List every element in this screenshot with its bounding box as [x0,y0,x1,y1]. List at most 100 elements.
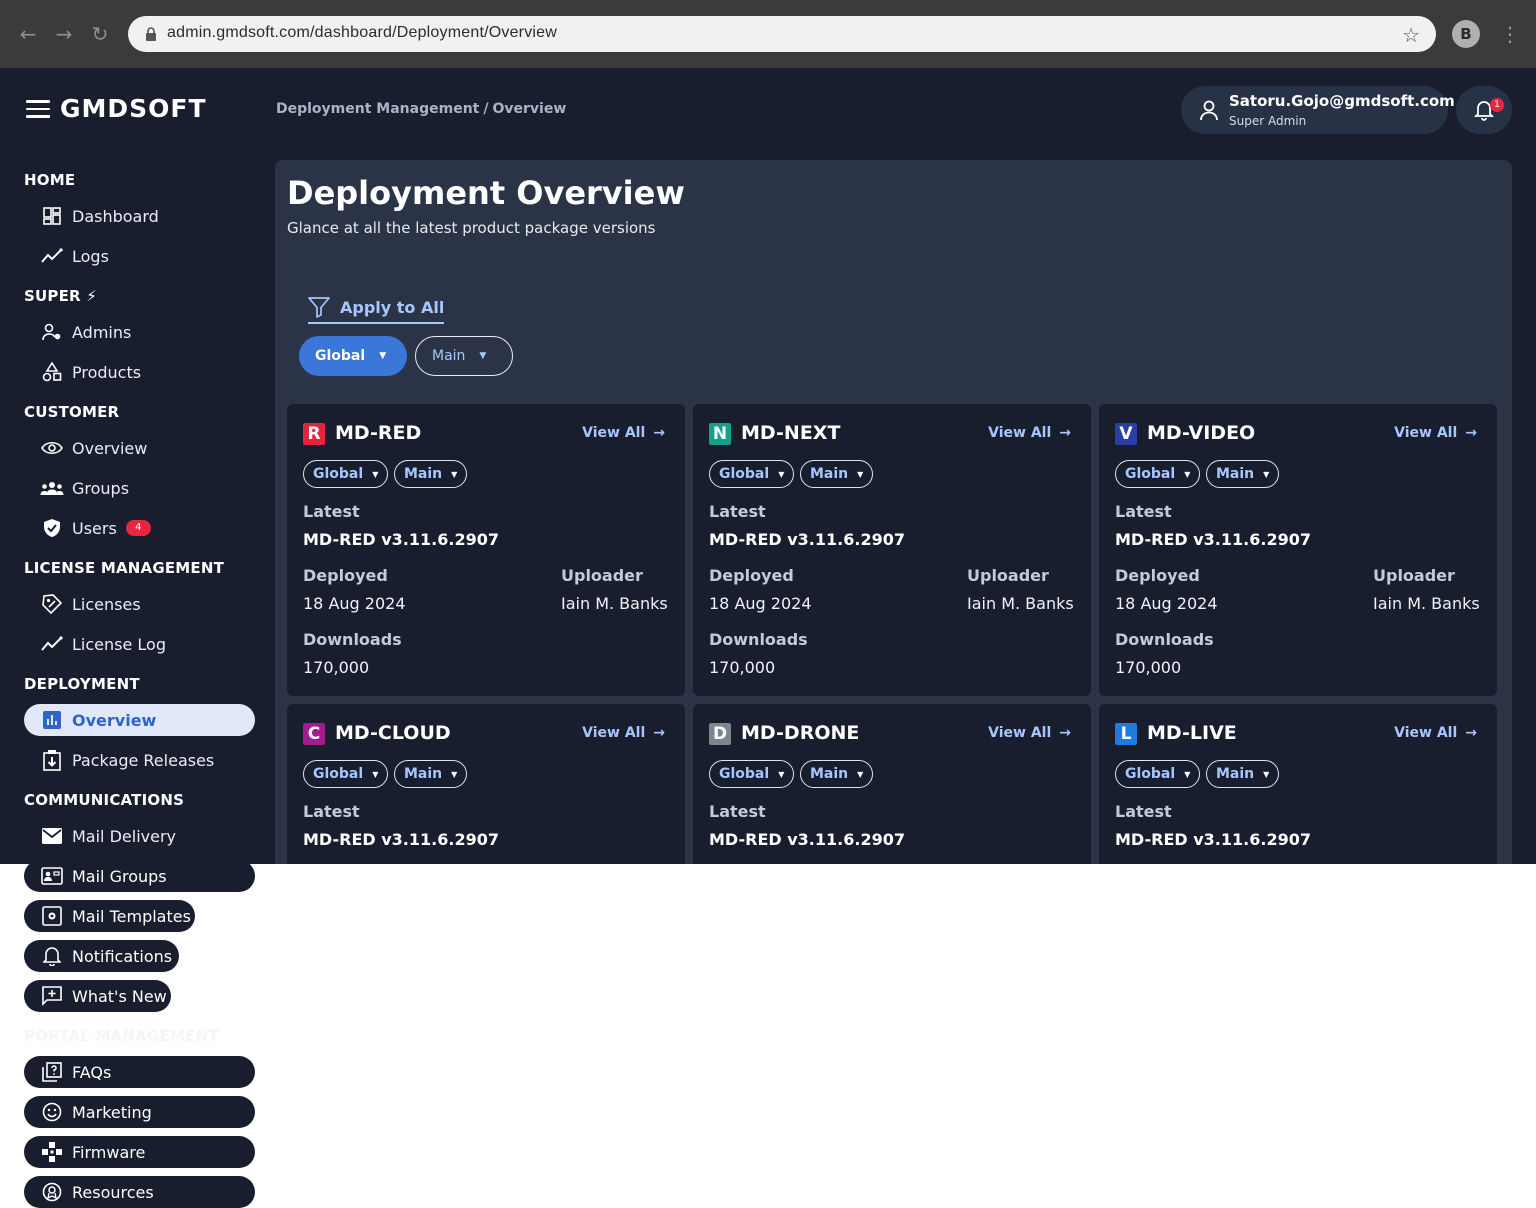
downloads-label: Downloads [709,630,808,649]
global-region-dropdown[interactable]: Global ▼ [299,336,407,376]
sidebar-item-license-log[interactable]: License Log [24,628,166,660]
view-all-link[interactable]: View All → [988,725,1071,741]
deployment-overview-panel: Deployment Overview Glance at all the la… [275,160,1512,864]
deployed-label: Deployed [303,566,388,585]
latest-label: Latest [303,802,360,821]
region-dropdown[interactable]: Global ▼ [1115,760,1201,788]
branch-dropdown[interactable]: Main ▼ [394,460,468,488]
user-menu[interactable]: Satoru.Gojo@gmdsoft.com Super Admin [1181,86,1455,134]
section-license-management: LICENSE MANAGEMENT [24,559,225,577]
resources-badge-icon [40,1180,64,1204]
caret-down-icon: ▼ [778,769,785,779]
caret-down-icon: ▼ [379,351,387,361]
sidebar-item-groups[interactable]: Groups [24,472,129,504]
notifications-button[interactable]: 1 [1456,86,1512,134]
global-branch-dropdown[interactable]: Main ▼ [415,336,513,376]
sidebar-item-package-releases[interactable]: Package Releases [24,744,214,776]
sidebar-item-label: Marketing [72,1102,152,1122]
menu-icon[interactable] [26,100,50,120]
admin-user-icon [40,320,64,344]
product-logo-icon: V [1115,423,1137,445]
back-icon[interactable]: ← [16,22,40,46]
view-all-link[interactable]: View All → [1394,725,1477,741]
view-all-link[interactable]: View All → [1394,425,1477,441]
address-bar[interactable]: admin.gmdsoft.com/dashboard/Deployment/O… [128,16,1436,52]
downloads-label: Downloads [303,630,402,649]
sidebar-item-logs[interactable]: Logs [24,240,109,272]
shield-check-icon [40,516,64,540]
sidebar-item-mail-delivery[interactable]: Mail Delivery [24,820,176,852]
uploader-label: Uploader [561,566,643,585]
region-dropdown[interactable]: Global ▼ [303,760,389,788]
reload-icon[interactable]: ↻ [88,22,112,46]
branch-dropdown[interactable]: Main ▼ [1206,760,1280,788]
sidebar-item-firmware[interactable]: Firmware [24,1136,255,1168]
profile-avatar[interactable]: B [1452,20,1480,48]
sidebar-item-mail-templates[interactable]: Mail Templates [24,900,195,932]
eye-icon [40,436,64,460]
forward-icon[interactable]: → [52,22,76,46]
lock-icon [146,27,156,41]
template-settings-icon [40,904,64,928]
sidebar-item-label: License Log [72,634,166,654]
section-customer: CUSTOMER [24,403,120,421]
sidebar-item-deployment-overview[interactable]: Overview [24,704,255,736]
caret-down-icon: ▼ [372,769,379,779]
sidebar-item-label: Firmware [72,1142,146,1162]
region-value: Global [315,348,366,364]
sidebar-item-customer-overview[interactable]: Overview [24,432,147,464]
caret-down-icon: ▼ [1184,469,1191,479]
region-dropdown[interactable]: Global ▼ [709,460,795,488]
sidebar-item-admins[interactable]: Admins [24,316,131,348]
product-card-md-video: V MD-VIDEO View All → Global ▼ Main ▼ Lates… [1099,404,1497,696]
region-dropdown[interactable]: Global ▼ [1115,460,1201,488]
downloads-count: 170,000 [709,658,776,677]
section-communications: COMMUNICATIONS [24,791,185,809]
sidebar-item-label: Users [72,518,117,538]
view-all-link[interactable]: View All → [582,425,665,441]
downloads-count: 170,000 [1115,658,1182,677]
sidebar-item-licenses[interactable]: Licenses [24,588,141,620]
breadcrumb-item[interactable]: Deployment Management [276,101,479,117]
sidebar-item-notifications[interactable]: Notifications [24,940,179,972]
latest-label: Latest [709,502,766,521]
region-dropdown[interactable]: Global ▼ [709,760,795,788]
sidebar-item-dashboard[interactable]: Dashboard [24,200,159,232]
user-role: Super Admin [1229,114,1307,128]
bell-icon [40,944,64,968]
branch-dropdown[interactable]: Main ▼ [800,760,874,788]
caret-down-icon: ▼ [451,769,458,779]
trending-icon [40,632,64,656]
breadcrumb-item[interactable]: Overview [492,101,566,117]
latest-label: Latest [1115,802,1172,821]
page-subtitle: Glance at all the latest product package… [287,219,656,237]
region-dropdown[interactable]: Global ▼ [303,460,389,488]
sidebar-item-label: Admins [72,322,132,342]
deployed-label: Deployed [709,566,794,585]
sidebar-item-resources[interactable]: Resources [24,1176,255,1208]
browser-menu-icon[interactable]: ⋮ [1500,20,1520,48]
caret-down-icon: ▼ [372,469,379,479]
branch-dropdown[interactable]: Main ▼ [800,460,874,488]
sidebar-item-users[interactable]: Users 4 [24,512,151,544]
view-all-link[interactable]: View All → [988,425,1071,441]
apply-to-all-button[interactable]: Apply to All [308,296,445,324]
view-all-link[interactable]: View All → [582,725,665,741]
latest-version: MD-RED v3.11.6.2907 [709,830,905,849]
sidebar-item-products[interactable]: Products [24,356,141,388]
sidebar-item-mail-groups[interactable]: Mail Groups [24,860,255,892]
caret-down-icon: ▼ [857,769,864,779]
bookmark-star-icon[interactable]: ☆ [1402,23,1420,47]
branch-dropdown[interactable]: Main ▼ [394,760,468,788]
sidebar-item-whats-new[interactable]: What's New [24,980,171,1012]
sidebar-item-marketing[interactable]: Marketing [24,1096,255,1128]
sidebar-item-faqs[interactable]: FAQs [24,1056,255,1088]
downloads-count: 170,000 [303,658,370,677]
notification-badge: 1 [1490,98,1504,112]
sidebar-item-label: Overview [72,710,157,730]
product-name: MD-NEXT [741,422,841,444]
branch-dropdown[interactable]: Main ▼ [1206,460,1280,488]
sidebar-item-label: Products [72,362,142,382]
sidebar-item-label: Overview [72,438,148,458]
sidebar-item-label: Groups [72,478,130,498]
